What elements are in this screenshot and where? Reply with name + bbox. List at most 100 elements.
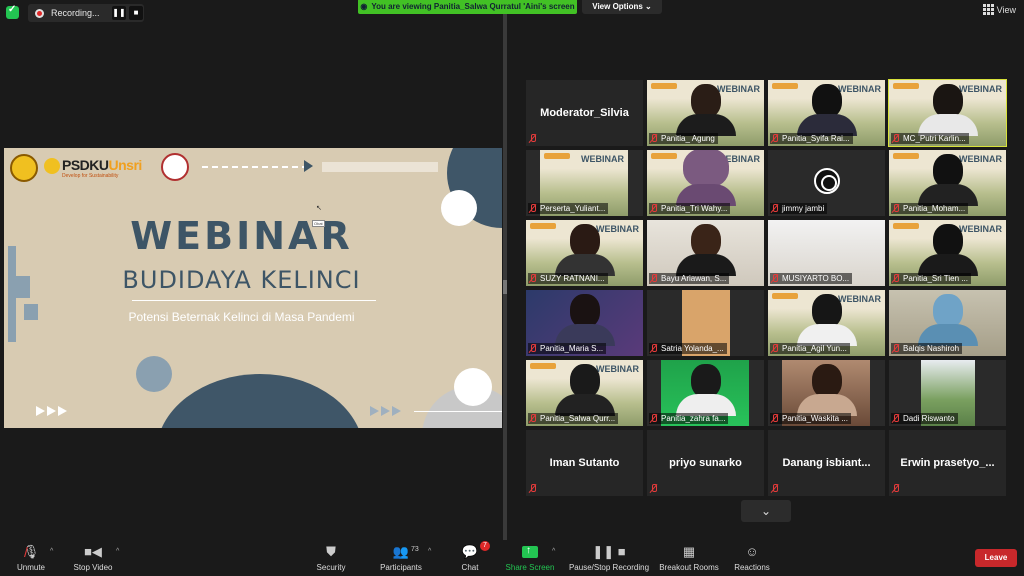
slide-tagline: Develop for Sustainability (62, 173, 119, 179)
video-tile-active-speaker[interactable]: WEBINAR MC_Putri Karlin... (888, 79, 1007, 147)
mic-off-icon (892, 204, 900, 213)
mic-off-icon (892, 414, 900, 423)
video-tile[interactable]: priyo sunarko (647, 430, 764, 496)
divider-handle[interactable] (503, 280, 507, 294)
participant-name: Danang isbiant... (782, 457, 871, 469)
mic-off-icon (771, 344, 779, 353)
participant-name: priyo sunarko (669, 457, 742, 469)
top-bar: Recording... ❚❚ ■ ◉You are viewing Panit… (0, 0, 1024, 26)
participant-name: SUZY RATNANI... (528, 273, 608, 284)
video-tile[interactable]: jimmy jambi (768, 150, 885, 216)
mic-off-icon (650, 414, 658, 423)
video-tile[interactable]: Panitia_Maria S... (526, 290, 643, 356)
video-tile[interactable]: WEBINAR Panitia_Salwa Qurr... (526, 360, 643, 426)
breakout-label: Breakout Rooms (659, 563, 719, 572)
view-options-button[interactable]: View Options ⌄ (582, 0, 662, 14)
participants-options-caret[interactable]: ^ (428, 548, 431, 555)
video-tile[interactable]: WEBINAR Panitia_Sri Tien ... (889, 220, 1006, 286)
pause-stop-recording-button[interactable]: ❚❚ ■ Pause/Stop Recording (566, 544, 652, 572)
share-screen-button[interactable]: Share Screen (504, 543, 556, 572)
participant-video (554, 364, 615, 416)
mic-off-icon (529, 274, 537, 283)
unmute-button[interactable]: 🎙 / Unmute (14, 544, 48, 572)
video-tile[interactable]: Satria Yolanda_... (647, 290, 764, 356)
cursor-tooltip: Obat (312, 220, 325, 227)
mic-off-icon (771, 414, 779, 423)
video-tile[interactable]: Iman Sutanto (526, 430, 643, 496)
participant-video (675, 84, 736, 136)
video-tile[interactable]: Balqis Nashiroh (889, 290, 1006, 356)
slide-title: WEBINAR (130, 214, 353, 258)
participant-name: Erwin prasetyo_... (900, 457, 995, 469)
video-tile[interactable]: Danang isbiant... (768, 430, 885, 496)
shared-screen: PSDKUUnsri Develop for Sustainability WE… (4, 148, 502, 428)
security-button[interactable]: ⛊ Security (313, 544, 349, 572)
participant-name: Panitia_Moham... (891, 203, 969, 214)
slide-bar (322, 162, 438, 172)
reactions-icon: ☺ (745, 544, 759, 559)
video-options-caret[interactable]: ^ (116, 548, 119, 555)
view-button[interactable]: View (982, 4, 1016, 15)
video-tile[interactable]: WEBINAR Panitia_ Agung (647, 80, 764, 146)
video-tile[interactable]: Bayu Ariawan, S... (647, 220, 764, 286)
psdku-logo (44, 158, 60, 174)
gallery-next-page-button[interactable]: ⌄ (741, 500, 791, 522)
video-tile[interactable]: Panitia_Waskita ... (768, 360, 885, 426)
participant-video (917, 84, 978, 136)
chat-label: Chat (461, 563, 479, 572)
pause-recording-label: Pause/Stop Recording (568, 563, 650, 572)
chat-badge: 7 (480, 541, 490, 551)
chat-button[interactable]: 💬 7 Chat (456, 541, 490, 572)
mic-off-icon (771, 484, 779, 493)
participant-video (796, 84, 857, 136)
dashed-line (202, 166, 308, 168)
video-tile[interactable]: WEBINAR Perserta_Yuliant... (526, 150, 643, 216)
mic-off-icon (892, 274, 900, 283)
mic-off-icon (529, 134, 537, 143)
video-tile[interactable]: WEBINAR SUZY RATNANI... (526, 220, 643, 286)
mic-off-icon (529, 414, 537, 423)
split-divider[interactable] (503, 14, 507, 542)
share-options-caret[interactable]: ^ (552, 548, 555, 555)
stop-icon[interactable]: ■ (129, 6, 143, 20)
audio-options-caret[interactable]: ^ (50, 548, 53, 555)
pause-icon[interactable]: ❚❚ (112, 6, 126, 20)
mic-off-icon (529, 344, 537, 353)
video-tile[interactable]: Dadi Riswanto (889, 360, 1006, 426)
chevron-down-icon: ⌄ (760, 504, 772, 518)
grid-icon (982, 4, 994, 15)
participants-count: 73 (411, 546, 419, 553)
decor-circle (136, 356, 172, 392)
participant-video (675, 150, 736, 206)
participant-name: MUSIYARTO BO... (770, 273, 853, 284)
leave-button[interactable]: Leave (975, 549, 1017, 567)
video-tile[interactable]: WEBINAR Panitia_Agil Yun... (768, 290, 885, 356)
chat-icon: 💬 7 (456, 541, 490, 560)
participant-name: Panitia_Tri Wahy... (649, 203, 731, 214)
obs-icon (813, 168, 840, 194)
participant-name: Balqis Nashiroh (891, 343, 963, 354)
security-icon: ⛊ (326, 544, 336, 559)
video-tile[interactable]: WEBINAR Panitia_Tri Wahy... (647, 150, 764, 216)
video-tile[interactable]: WEBINAR Panitia_Syifa Rai... (768, 80, 885, 146)
partner-logo (161, 153, 189, 181)
video-tile[interactable]: WEBINAR Panitia_Moham... (889, 150, 1006, 216)
view-options-label: View Options (592, 2, 643, 11)
reactions-button[interactable]: ☺ Reactions (732, 544, 772, 572)
video-tile[interactable]: MUSIYARTO BO... (768, 220, 885, 286)
video-tile[interactable]: Moderator_Silvia (526, 80, 643, 146)
video-tile[interactable]: Erwin prasetyo_... (889, 430, 1006, 496)
recording-label: Recording... (51, 8, 100, 18)
stop-video-button[interactable]: ■◀ Stop Video (70, 544, 116, 572)
participant-name: Iman Sutanto (549, 457, 620, 469)
decor-circle (454, 368, 492, 406)
participant-name: Panitia_Salwa Qurr... (528, 413, 619, 424)
slide-subtitle: BUDIDAYA KELINCI (122, 266, 361, 294)
decor-arrows (370, 406, 401, 416)
participant-name: Panitia_ Agung (649, 133, 718, 144)
recording-indicator: Recording... ❚❚ ■ (28, 4, 144, 22)
viewing-banner-text: You are viewing Panitia_Salwa Qurratul '… (371, 2, 575, 11)
breakout-rooms-button[interactable]: ▦ Breakout Rooms (658, 544, 720, 572)
video-tile[interactable]: Panitia_zahra fa... (647, 360, 764, 426)
shield-icon[interactable] (6, 4, 19, 19)
